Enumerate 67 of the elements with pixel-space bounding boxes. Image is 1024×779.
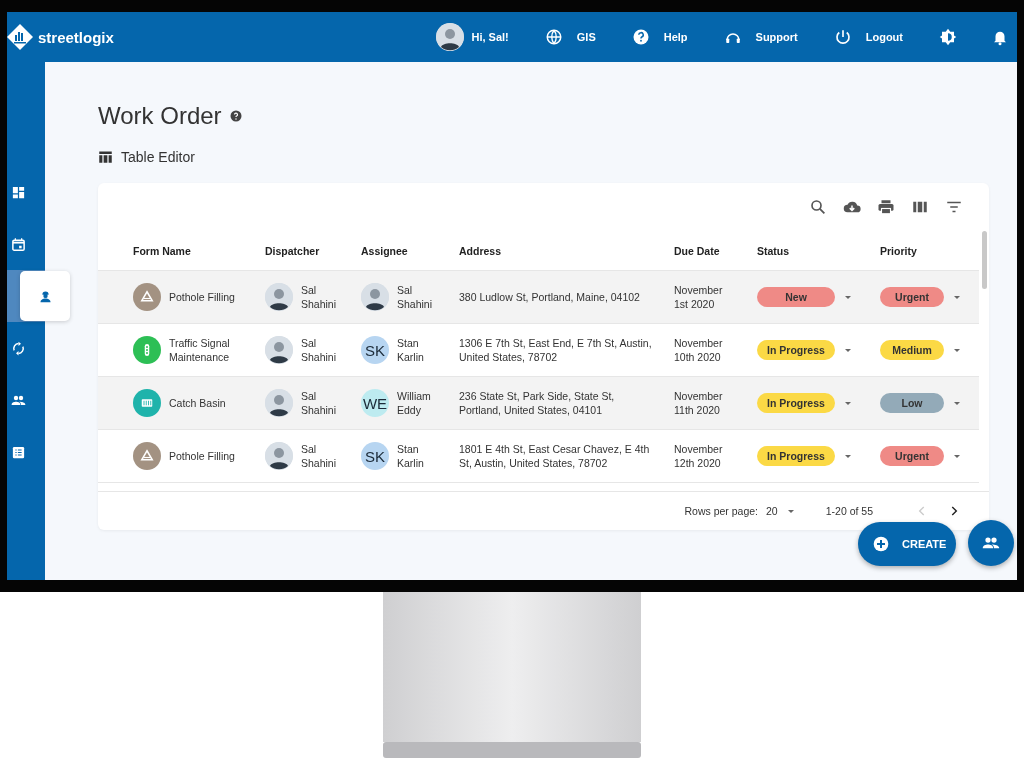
search-icon[interactable] [809, 198, 827, 216]
column-header[interactable]: Status [757, 244, 880, 257]
priority-pill[interactable]: Low [880, 393, 944, 413]
brightness-icon[interactable] [939, 28, 957, 46]
status-pill[interactable]: New [757, 287, 835, 307]
assignee-name: Stan Karlin [397, 336, 425, 364]
dispatcher-name: Sal Shahini [301, 283, 338, 311]
power-icon [833, 28, 852, 46]
nav-link[interactable]: Support [723, 28, 798, 46]
status-pill[interactable]: In Progress [757, 446, 835, 466]
assignee-name: Stan Karlin [397, 442, 425, 470]
help-icon [631, 28, 650, 46]
plus-icon [873, 536, 889, 552]
greeting-text: Hi, Sal! [471, 31, 509, 43]
form-name: Pothole Filling [169, 290, 235, 304]
form-name: Traffic Signal Maintenance [169, 336, 231, 364]
nav-link[interactable]: Logout [833, 28, 903, 46]
sidebar-item[interactable] [20, 271, 70, 321]
page-range: 1-20 of 55 [825, 505, 873, 517]
due-date: November 11th 2020 [674, 389, 724, 417]
column-header[interactable]: Address [459, 244, 674, 257]
form-name: Catch Basin [169, 396, 226, 410]
table-icon [98, 148, 113, 166]
create-button[interactable]: CREATE [858, 522, 956, 566]
dispatcher-name: Sal Shahini [301, 336, 338, 364]
column-header[interactable]: Dispatcher [265, 244, 361, 257]
section-title: Table Editor [121, 149, 195, 165]
due-date: November 10th 2020 [674, 336, 724, 364]
address-text: 1306 E 7th St, East End, E 7th St, Austin, United States, 78702 [459, 336, 653, 364]
status-pill[interactable]: In Progress [757, 340, 835, 360]
column-header[interactable]: Assignee [361, 244, 459, 257]
sync-icon[interactable] [11, 340, 26, 356]
address-text: 1801 E 4th St, East Cesar Chavez, E 4th St, Austin, United States, 78702 [459, 442, 651, 470]
priority-pill[interactable]: Medium [880, 340, 944, 360]
scrollbar[interactable] [982, 231, 987, 289]
dispatcher-name: Sal Shahini [301, 389, 338, 417]
list-icon[interactable] [11, 444, 26, 460]
column-header[interactable]: Form Name [133, 244, 265, 257]
people-button[interactable] [968, 520, 1014, 566]
calendar-icon[interactable] [11, 236, 26, 252]
dispatcher-name: Sal Shahini [301, 442, 338, 470]
priority-pill[interactable]: Urgent [880, 287, 944, 307]
printer-icon[interactable] [877, 198, 895, 216]
address-text: 380 Ludlow St, Portland, Maine, 04102 [459, 290, 641, 304]
rows-per-page-label: Rows per page: [684, 505, 758, 517]
priority-pill[interactable]: Urgent [880, 446, 944, 466]
page-title: Work Order [98, 102, 222, 130]
logo-text: streetlogix [38, 28, 114, 46]
address-text: 236 State St, Park Side, State St, Portland, United States, 04101 [459, 389, 616, 417]
initials-avatar: SK [361, 336, 389, 364]
dashboard-icon[interactable] [11, 184, 26, 200]
nav-link[interactable]: Help [631, 28, 688, 46]
status-pill[interactable]: In Progress [757, 393, 835, 413]
assignee-name: William Eddy [397, 389, 432, 417]
column-header[interactable]: Priority [880, 244, 979, 257]
due-date: November 1st 2020 [674, 283, 724, 311]
help-icon [229, 110, 242, 122]
assignee-name: Sal Shahini [397, 283, 434, 311]
initials-avatar: WE [361, 389, 389, 417]
nav-link[interactable]: GIS [544, 28, 596, 46]
due-date: November 12th 2020 [674, 442, 724, 470]
form-name: Pothole Filling [169, 449, 235, 463]
column-header[interactable]: Due Date [674, 244, 757, 257]
initials-avatar: SK [361, 442, 389, 470]
globe-icon [544, 28, 563, 46]
avatar-icon [436, 23, 465, 51]
rows-per-page-select[interactable]: 20 [766, 505, 796, 517]
